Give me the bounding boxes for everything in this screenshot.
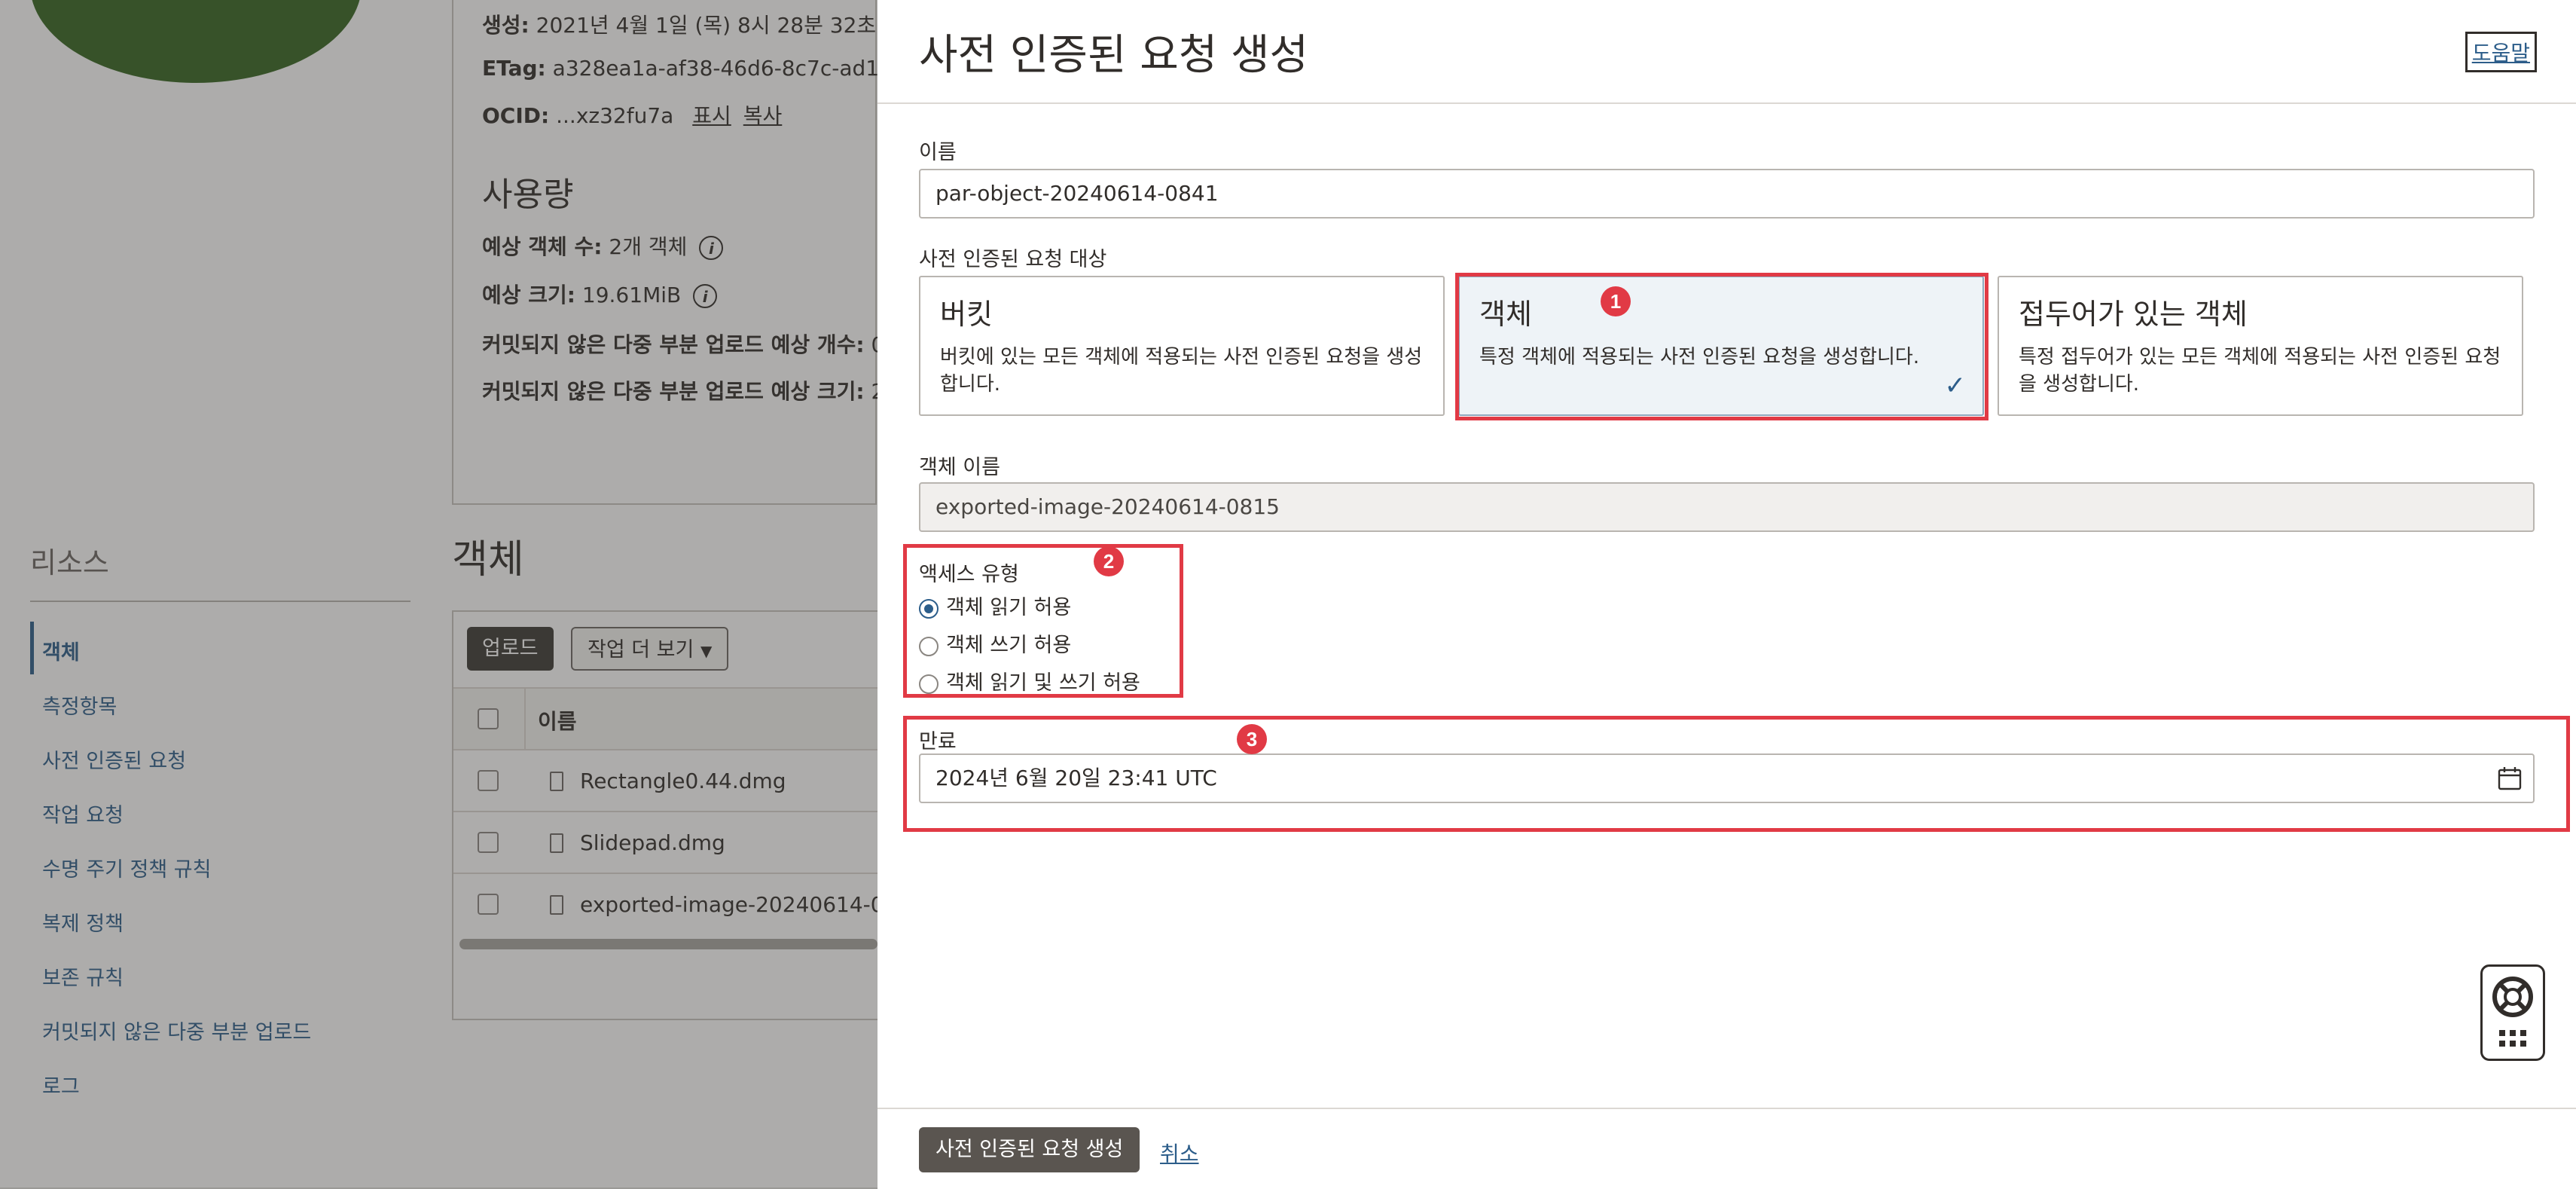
annotation-box-1 [1455, 273, 1988, 420]
tile-description: 버킷에 있는 모든 객체에 적용되는 사전 인증된 요청을 생성합니다. [940, 346, 1423, 396]
annotation-badge-3: 3 [1237, 724, 1267, 754]
tile-description: 특정 접두어가 있는 모든 객체에 적용되는 사전 인증된 요청을 생성합니다. [2019, 346, 2501, 396]
panel-header: 사전 인증된 요청 생성 도움말 [877, 0, 2576, 104]
help-link[interactable]: 도움말 [2465, 32, 2537, 72]
tile-title: 버킷 [940, 298, 993, 331]
object-name-label: 객체 이름 [919, 456, 1000, 479]
target-label: 사전 인증된 요청 대상 [919, 248, 1107, 271]
name-label: 이름 [919, 141, 957, 164]
name-input[interactable]: par-object-20240614-0841 [919, 169, 2535, 219]
modal-overlay[interactable] [0, 0, 877, 1187]
annotation-badge-1: 1 [1601, 286, 1631, 316]
target-tile-prefix[interactable]: 접두어가 있는 객체 특정 접두어가 있는 모든 객체에 적용되는 사전 인증된… [1998, 276, 2523, 416]
annotation-box-3 [903, 716, 2570, 832]
help-widget[interactable] [2480, 964, 2545, 1061]
lifebuoy-icon [2492, 977, 2533, 1047]
create-par-panel: 사전 인증된 요청 생성 도움말 이름 par-object-20240614-… [877, 0, 2576, 1189]
panel-title: 사전 인증된 요청 생성 [919, 31, 1309, 80]
annotation-badge-2: 2 [1094, 546, 1124, 576]
create-par-button[interactable]: 사전 인증된 요청 생성 [919, 1127, 1140, 1172]
tile-title: 접두어가 있는 객체 [2019, 298, 2248, 331]
panel-footer: 사전 인증된 요청 생성 취소 [877, 1108, 2576, 1189]
cancel-link[interactable]: 취소 [1160, 1138, 1199, 1168]
annotation-box-2 [903, 544, 1183, 698]
target-tile-bucket[interactable]: 버킷 버킷에 있는 모든 객체에 적용되는 사전 인증된 요청을 생성합니다. [919, 276, 1445, 416]
object-name-field: exported-image-20240614-0815 [919, 482, 2535, 532]
